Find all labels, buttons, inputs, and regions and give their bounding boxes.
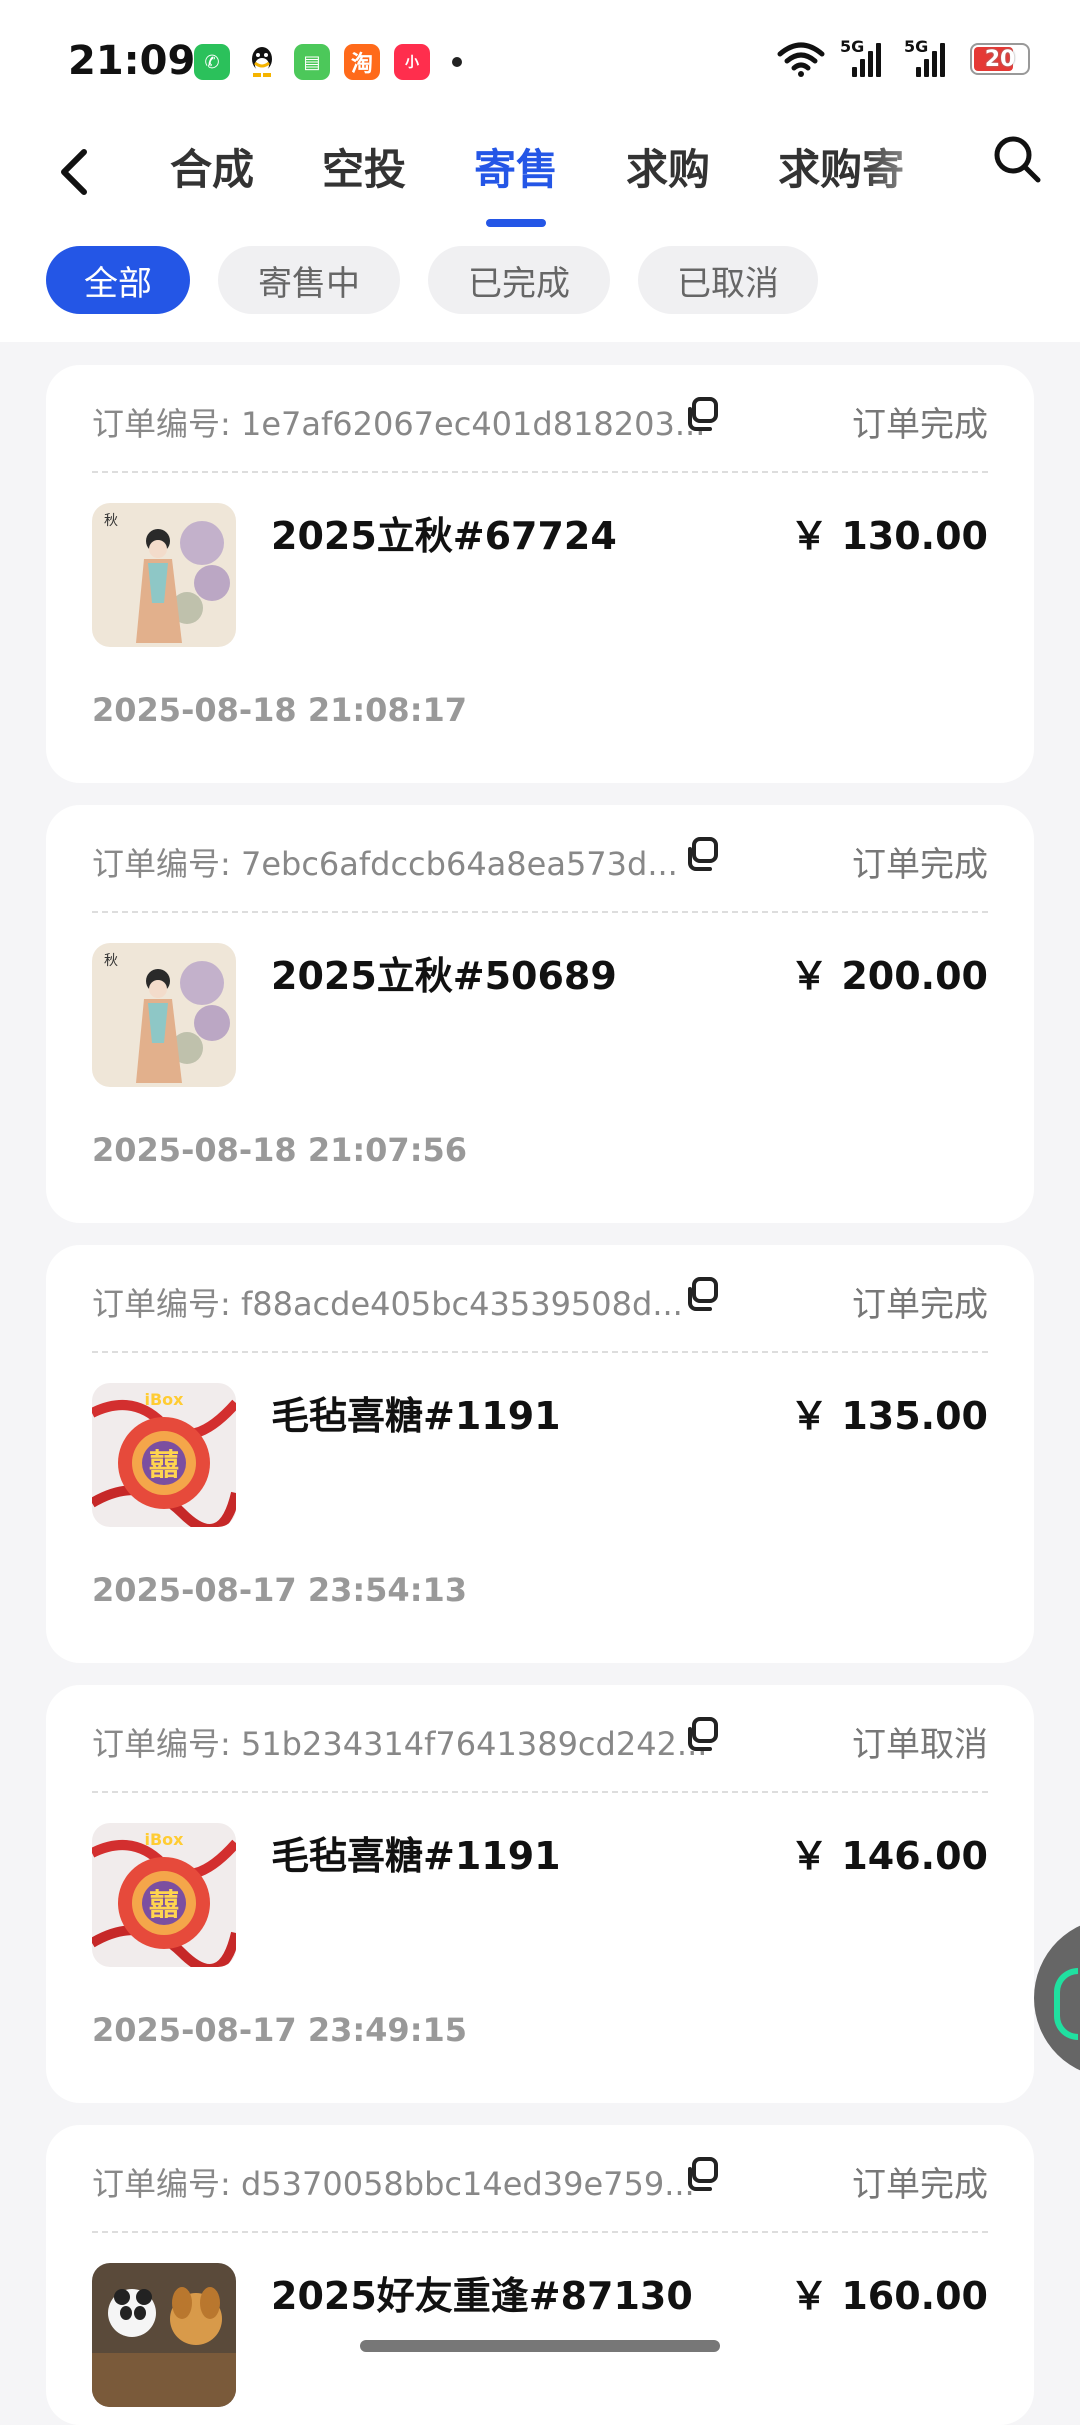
thumb-ibox-text: iBox: [145, 1390, 185, 1409]
xiaohongshu-icon: 小: [394, 44, 430, 80]
order-date: 2025-08-18 21:08:17: [92, 691, 468, 729]
qq-icon: [244, 44, 280, 80]
tab-purchase-request[interactable]: 求购: [626, 136, 710, 197]
copy-icon[interactable]: [682, 2155, 722, 2195]
signal-icon-1: 5G: [840, 37, 890, 77]
card-divider: [92, 471, 988, 473]
item-thumbnail: 秋: [92, 503, 236, 647]
item-price: ￥ 160.00: [790, 2274, 988, 2318]
item-name: 2025好友重逢#87130: [271, 2274, 693, 2318]
card-divider: [92, 1351, 988, 1353]
network-label-1: 5G: [840, 37, 865, 56]
item-price: ￥ 130.00: [790, 514, 988, 558]
order-status: 订单取消: [852, 1725, 988, 1765]
copy-icon[interactable]: [682, 1275, 722, 1315]
item-name: 毛毡喜糖#1191: [271, 1394, 561, 1438]
signal-icon-2: 5G: [904, 37, 954, 77]
status-filter-bar: 全部 寄售中 已完成 已取消: [0, 230, 1080, 342]
category-tabs: 合成 空投 寄售 求购 求购寄: [170, 120, 970, 230]
thumb-xi-text: 囍: [149, 1888, 179, 1923]
status-bar: 21:09 ✆ ▤ 淘 小 5G 5G 20: [0, 0, 1080, 120]
order-card[interactable]: 订单编号: d5370058bbc14ed39e759... 订单完成 2025…: [46, 2125, 1034, 2425]
order-card[interactable]: 订单编号: 1e7af62067ec401d818203... 订单完成 秋 2…: [46, 365, 1034, 783]
copy-icon[interactable]: [682, 835, 722, 875]
tab-airdrop[interactable]: 空投: [322, 136, 406, 197]
order-status: 订单完成: [852, 405, 988, 445]
system-status: 5G 5G 20: [776, 37, 1030, 78]
order-status: 订单完成: [852, 2165, 988, 2205]
network-label-2: 5G: [904, 37, 929, 56]
filter-on-sale[interactable]: 寄售中: [218, 246, 400, 314]
item-name: 毛毡喜糖#1191: [271, 1834, 561, 1878]
order-card[interactable]: 订单编号: 51b234314f7641389cd242... 订单取消 囍 i…: [46, 1685, 1034, 2103]
more-notifications-dot: [452, 57, 462, 67]
search-icon[interactable]: [990, 132, 1044, 186]
order-number: 订单编号: 51b234314f7641389cd242...: [92, 1725, 708, 1763]
order-card[interactable]: 订单编号: 7ebc6afdccb64a8ea573d... 订单完成 秋 20…: [46, 805, 1034, 1223]
filter-all[interactable]: 全部: [46, 246, 190, 314]
order-status: 订单完成: [852, 845, 988, 885]
card-divider: [92, 1791, 988, 1793]
item-thumbnail: [92, 2263, 236, 2407]
card-divider: [92, 911, 988, 913]
item-name: 2025立秋#50689: [271, 954, 617, 998]
wechat-icon: ✆: [194, 44, 230, 80]
item-thumbnail: 囍 iBox: [92, 1383, 236, 1527]
order-status: 订单完成: [852, 1285, 988, 1325]
order-card[interactable]: 订单编号: f88acde405bc43539508d... 订单完成 囍 iB…: [46, 1245, 1034, 1663]
item-thumbnail: 秋: [92, 943, 236, 1087]
order-number: 订单编号: 7ebc6afdccb64a8ea573d...: [92, 845, 678, 883]
filter-cancelled[interactable]: 已取消: [638, 246, 818, 314]
tabs-fade-overlay: [860, 120, 970, 230]
item-price: ￥ 146.00: [790, 1834, 988, 1878]
taobao-icon: 淘: [344, 44, 380, 80]
item-name: 2025立秋#67724: [271, 514, 617, 558]
item-price: ￥ 135.00: [790, 1394, 988, 1438]
copy-icon[interactable]: [682, 395, 722, 435]
messages-icon: ▤: [294, 44, 330, 80]
filter-completed[interactable]: 已完成: [428, 246, 610, 314]
order-number: 订单编号: 1e7af62067ec401d818203...: [92, 405, 706, 443]
item-thumbnail: 囍 iBox: [92, 1823, 236, 1967]
order-date: 2025-08-18 21:07:56: [92, 1131, 468, 1169]
top-nav: 合成 空投 寄售 求购 求购寄: [0, 120, 1080, 230]
order-number: 订单编号: d5370058bbc14ed39e759...: [92, 2165, 695, 2203]
status-time: 21:09: [68, 38, 196, 84]
copy-icon[interactable]: [682, 1715, 722, 1755]
battery-icon: 20: [970, 43, 1030, 75]
thumb-autumn-text: 秋: [104, 953, 118, 969]
floating-assistant-button[interactable]: [1034, 1918, 1080, 2078]
item-price: ￥ 200.00: [790, 954, 988, 998]
order-date: 2025-08-17 23:49:15: [92, 2011, 468, 2049]
assistant-icon: [1054, 1968, 1078, 2040]
tab-consignment[interactable]: 寄售: [474, 136, 558, 197]
thumb-xi-text: 囍: [149, 1448, 179, 1483]
thumb-ibox-text: iBox: [145, 1830, 185, 1849]
thumb-autumn-text: 秋: [104, 513, 118, 529]
home-indicator[interactable]: [360, 2340, 720, 2352]
order-date: 2025-08-17 23:54:13: [92, 1571, 468, 1609]
order-number: 订单编号: f88acde405bc43539508d...: [92, 1285, 683, 1323]
notification-icons: ✆ ▤ 淘 小: [194, 44, 462, 80]
back-arrow-icon[interactable]: [50, 142, 100, 202]
tab-synthesis[interactable]: 合成: [170, 136, 254, 197]
wifi-icon: [777, 42, 825, 77]
card-divider: [92, 2231, 988, 2233]
battery-level: 20: [984, 46, 1016, 72]
